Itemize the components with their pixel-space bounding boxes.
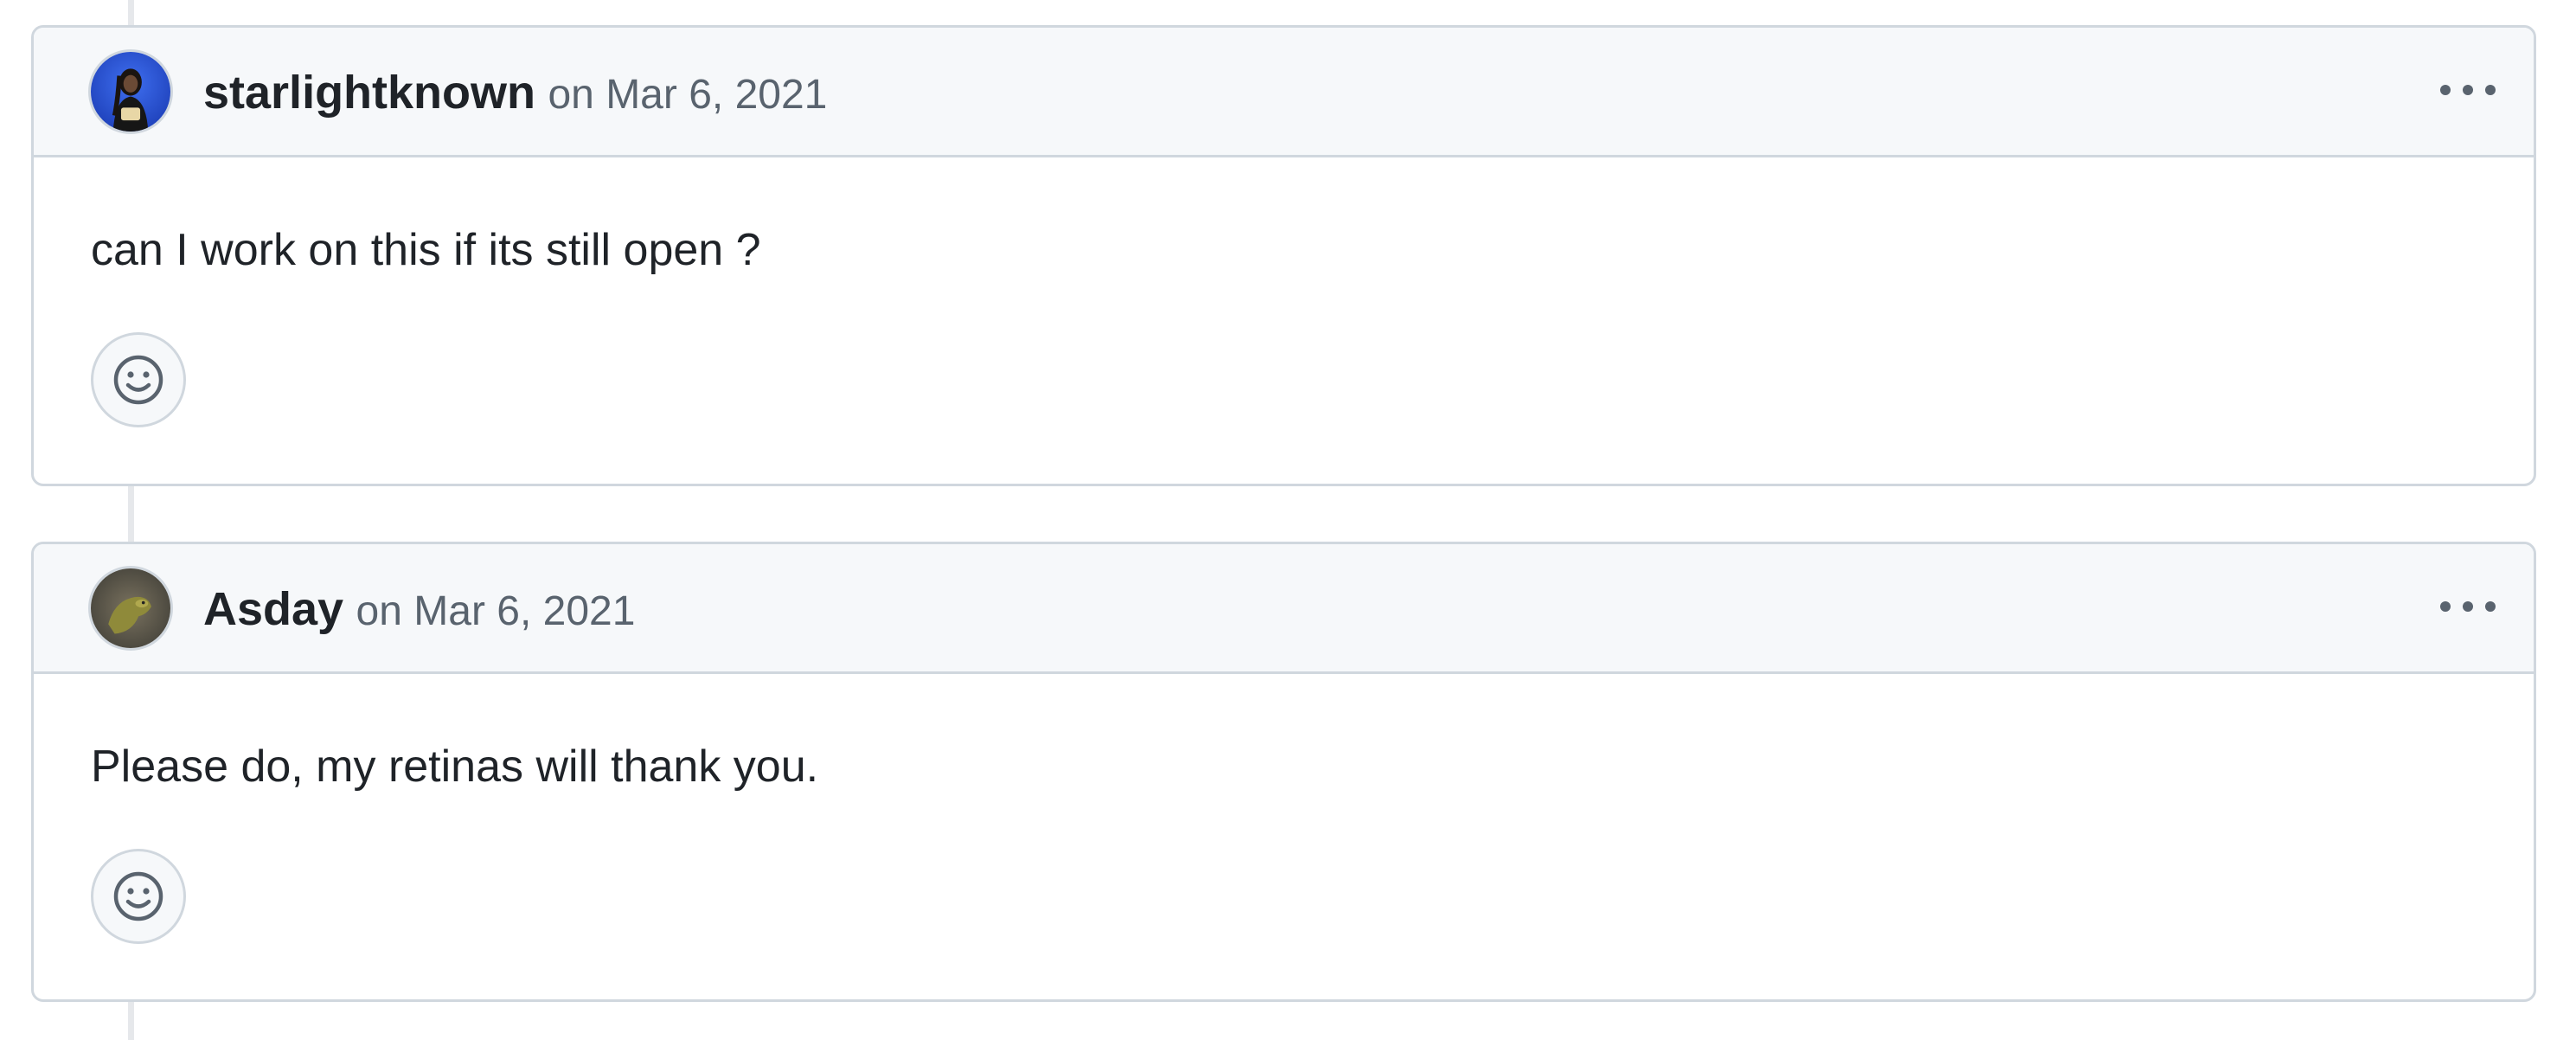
author-link[interactable]: starlightknown (203, 67, 535, 119)
user-avatar-photo (91, 568, 170, 648)
kebab-horizontal-icon[interactable] (2433, 64, 2502, 116)
comment-meta: starlightknown on Mar 6, 2021 (203, 64, 827, 133)
comment-card: Asday on Mar 6, 2021 Please do, my retin… (31, 542, 2536, 1002)
author-link[interactable]: Asday (203, 583, 343, 635)
comment-header: Asday on Mar 6, 2021 (34, 544, 2534, 674)
add-reaction-button[interactable] (91, 332, 186, 427)
comment-header: starlightknown on Mar 6, 2021 (34, 28, 2534, 157)
issue-timeline: starlightknown on Mar 6, 2021 can I work… (0, 0, 2576, 1040)
smiley-icon (113, 871, 163, 921)
comment-timestamp[interactable]: on Mar 6, 2021 (356, 588, 636, 634)
user-avatar-photo (91, 52, 170, 132)
comment-body: can I work on this if its still open ? (91, 225, 761, 275)
comment-card: starlightknown on Mar 6, 2021 can I work… (31, 25, 2536, 486)
kebab-horizontal-icon[interactable] (2433, 581, 2502, 632)
smiley-icon (113, 355, 163, 405)
comment-timestamp[interactable]: on Mar 6, 2021 (548, 72, 827, 118)
comment-meta: Asday on Mar 6, 2021 (203, 581, 635, 650)
avatar[interactable] (88, 566, 173, 651)
comment-body: Please do, my retinas will thank you. (91, 741, 819, 792)
avatar[interactable] (88, 49, 173, 134)
add-reaction-button[interactable] (91, 849, 186, 944)
